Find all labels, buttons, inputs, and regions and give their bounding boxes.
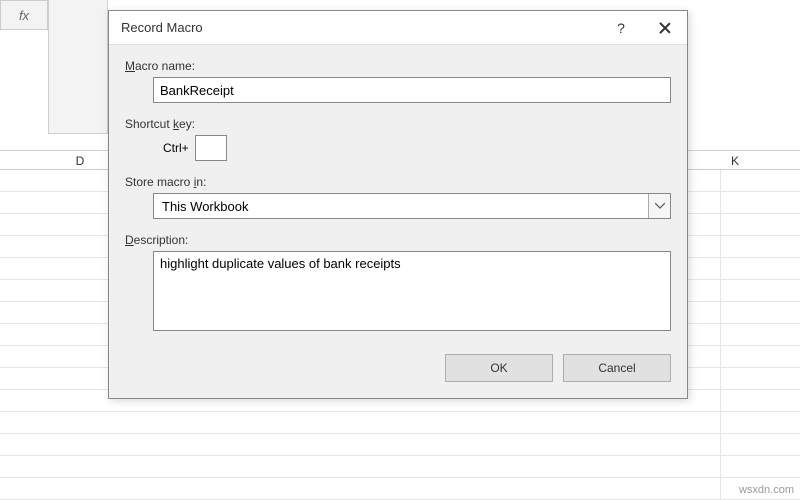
label-text: Store macro — [125, 175, 194, 189]
label-text: Shortcut — [125, 117, 173, 131]
cancel-button[interactable]: Cancel — [563, 354, 671, 382]
ctrl-prefix-label: Ctrl+ — [163, 141, 189, 155]
label-text: ey: — [179, 117, 195, 131]
label-mnemonic: M — [125, 59, 135, 73]
store-macro-value: This Workbook — [162, 199, 248, 214]
dialog-body: Macro name: Shortcut key: Ctrl+ Store ma… — [109, 45, 687, 398]
close-button[interactable] — [643, 11, 687, 45]
ok-button[interactable]: OK — [445, 354, 553, 382]
chevron-down-icon — [648, 194, 670, 218]
shortcut-key-label: Shortcut key: — [125, 117, 671, 131]
dialog-button-row: OK Cancel — [125, 354, 671, 382]
macro-name-input[interactable] — [153, 77, 671, 103]
description-textarea[interactable] — [153, 251, 671, 331]
label-text: acro name: — [135, 59, 195, 73]
close-icon — [659, 22, 671, 34]
record-macro-dialog: Record Macro ? Macro name: Shortcut key:… — [108, 10, 688, 399]
watermark: wsxdn.com — [739, 484, 794, 496]
shortcut-key-input[interactable] — [195, 135, 227, 161]
label-text: n: — [196, 175, 206, 189]
description-label: Description: — [125, 233, 671, 247]
dialog-title: Record Macro — [121, 20, 599, 35]
help-button[interactable]: ? — [599, 11, 643, 45]
formula-bar-fx[interactable]: fx — [0, 0, 48, 30]
macro-name-label: Macro name: — [125, 59, 671, 73]
label-text: escription: — [134, 233, 189, 247]
label-mnemonic: D — [125, 233, 134, 247]
store-macro-select[interactable]: This Workbook — [153, 193, 671, 219]
column-header-k[interactable]: K — [685, 151, 785, 171]
ribbon-panel-fragment — [48, 0, 108, 134]
store-macro-label: Store macro in: — [125, 175, 671, 189]
dialog-titlebar[interactable]: Record Macro ? — [109, 11, 687, 45]
